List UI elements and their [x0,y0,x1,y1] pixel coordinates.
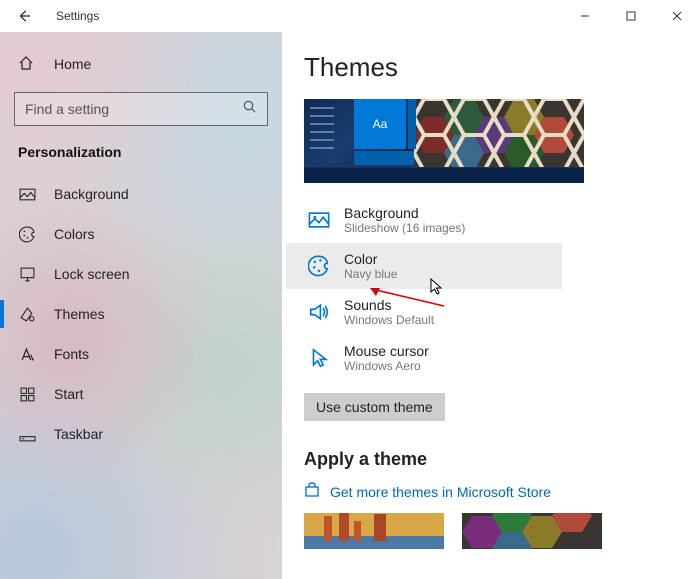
page-title: Themes [304,52,678,83]
picture-icon [18,185,36,203]
attr-sub: Windows Default [344,313,434,327]
picture-icon [308,209,330,231]
cursor-icon [308,347,330,369]
close-button[interactable] [654,0,700,32]
attr-sub: Windows Aero [344,359,429,373]
sidebar-item-label: Background [54,186,129,202]
preview-tile-text: Aa [354,99,406,149]
sidebar-item-label: Themes [54,306,105,322]
theme-attr-background[interactable]: Background Slideshow (16 images) [304,197,544,243]
use-custom-theme-button[interactable]: Use custom theme [304,393,445,421]
theme-attr-sounds[interactable]: Sounds Windows Default [304,289,544,335]
home-label: Home [54,56,91,72]
sidebar-group-title: Personalization [0,144,282,160]
attr-title: Background [344,205,465,221]
store-link-label: Get more themes in Microsoft Store [330,484,551,500]
theme-thumb[interactable] [304,513,444,549]
apply-theme-title: Apply a theme [304,449,678,470]
theme-thumbnails [304,513,678,549]
start-icon [18,385,36,403]
titlebar: Settings [0,0,700,32]
theme-attr-color[interactable]: Color Navy blue [286,243,562,289]
window-title: Settings [56,9,99,23]
theme-thumb[interactable] [462,513,602,549]
speaker-icon [308,301,330,323]
maximize-button[interactable] [608,0,654,32]
sidebar-item-colors[interactable]: Colors [0,214,282,254]
attr-sub: Navy blue [344,267,397,281]
search-icon [242,99,257,119]
minimize-button[interactable] [562,0,608,32]
sidebar-item-label: Fonts [54,346,89,362]
sidebar-item-start[interactable]: Start [0,374,282,414]
fonts-icon [18,345,36,363]
back-button[interactable] [8,0,40,32]
sidebar-item-label: Taskbar [54,426,103,442]
sidebar-item-lock-screen[interactable]: Lock screen [0,254,282,294]
store-icon [304,482,320,501]
sidebar-item-themes[interactable]: Themes [0,294,282,334]
sidebar: Home Personalization Background Colors L… [0,32,282,579]
sidebar-item-background[interactable]: Background [0,174,282,214]
search-input[interactable] [25,101,242,117]
window-controls [562,0,700,32]
taskbar-icon [18,425,36,443]
sidebar-item-label: Lock screen [54,266,129,282]
search-box[interactable] [14,92,268,126]
attr-title: Color [344,251,397,267]
sidebar-item-taskbar[interactable]: Taskbar [0,414,282,454]
back-arrow-icon [17,9,31,23]
palette-icon [308,255,330,277]
attr-title: Sounds [344,297,434,313]
lock-screen-icon [18,265,36,283]
themes-icon [18,305,36,323]
sidebar-item-fonts[interactable]: Fonts [0,334,282,374]
main-panel: Themes Aa [282,32,700,579]
theme-attr-cursor[interactable]: Mouse cursor Windows Aero [304,335,544,381]
theme-preview: Aa [304,99,584,183]
store-link[interactable]: Get more themes in Microsoft Store [304,482,678,501]
home-link[interactable]: Home [0,44,282,84]
attr-sub: Slideshow (16 images) [344,221,465,235]
sidebar-item-label: Start [54,386,84,402]
attr-title: Mouse cursor [344,343,429,359]
palette-icon [18,225,36,243]
home-icon [18,55,36,73]
sidebar-item-label: Colors [54,226,94,242]
